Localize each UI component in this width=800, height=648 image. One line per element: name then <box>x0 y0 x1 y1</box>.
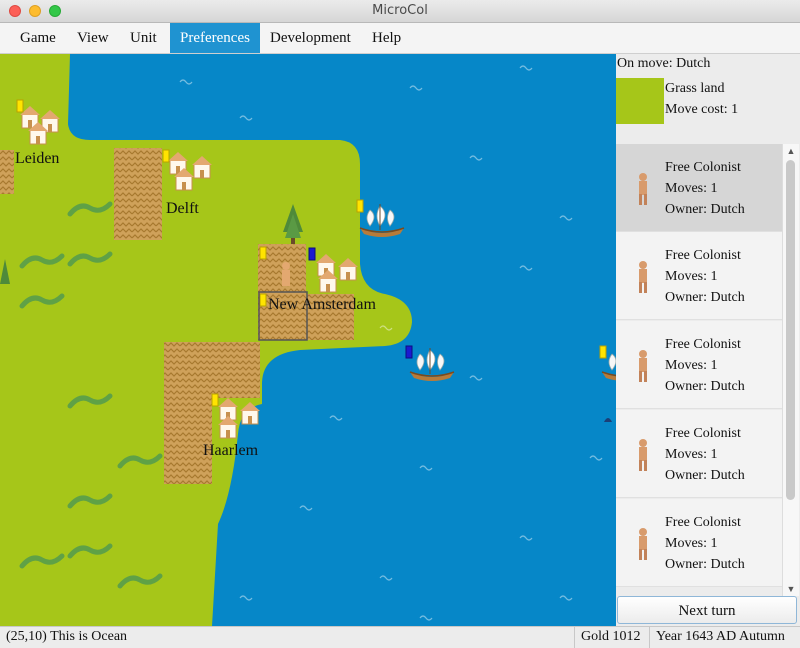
menu-game[interactable]: Game <box>10 23 66 53</box>
colonist-icon <box>639 261 647 293</box>
tile-move-cost: Move cost: 1 <box>665 102 739 117</box>
unit-name: Free Colonist <box>665 515 741 530</box>
sidebar: On move: Dutch Grass land Move cost: 1 F… <box>616 54 800 626</box>
status-message: (25,10) This is Ocean <box>6 629 128 644</box>
status-divider <box>574 627 575 648</box>
unit-list-item[interactable]: Free Colonist Moves: 1 Owner: Dutch <box>616 499 782 587</box>
tile-swatch <box>616 78 664 124</box>
unit-list-item[interactable]: Free Colonist Moves: 1 Owner: Dutch <box>616 410 782 498</box>
colonist-icon <box>639 350 647 382</box>
unit-name: Free Colonist <box>665 248 741 263</box>
unit-list-scrollbar[interactable]: ▲ ▼ <box>782 144 799 596</box>
ship-1 <box>356 199 405 238</box>
unit-list-item[interactable]: Free Colonist Moves: 1 Owner: Dutch <box>616 321 782 409</box>
menu-development[interactable]: Development <box>260 23 361 53</box>
status-divider <box>649 627 650 648</box>
city-label-new-amsterdam[interactable]: New Amsterdam <box>268 296 376 314</box>
title-bar: MicroCol <box>0 0 800 23</box>
unit-owner: Owner: Dutch <box>665 557 745 572</box>
map-canvas[interactable] <box>0 54 616 626</box>
unit-owner: Owner: Dutch <box>665 290 745 305</box>
colonist-icon <box>639 173 647 205</box>
city-label-haarlem[interactable]: Haarlem <box>203 442 258 460</box>
unit-owner: Owner: Dutch <box>665 202 745 217</box>
window-title: MicroCol <box>372 3 428 18</box>
unit-name: Free Colonist <box>665 337 741 352</box>
city-label-leiden[interactable]: Leiden <box>15 150 59 168</box>
menu-bar: Game View Unit Preferences Development H… <box>0 23 800 54</box>
unit-moves: Moves: 1 <box>665 181 718 196</box>
menu-help[interactable]: Help <box>362 23 411 53</box>
gold-amount: Gold 1012 <box>581 629 641 644</box>
unit-moves: Moves: 1 <box>665 358 718 373</box>
game-map[interactable]: Leiden Delft New Amsterdam Haarlem <box>0 54 616 626</box>
menu-unit[interactable]: Unit <box>120 23 167 53</box>
year-season: Year 1643 AD Autumn <box>656 629 785 644</box>
scroll-down-arrow-icon[interactable]: ▼ <box>783 582 799 596</box>
unit-list-item[interactable]: Free Colonist Moves: 1 Owner: Dutch <box>616 232 782 320</box>
tile-name: Grass land <box>665 81 725 96</box>
unit-owner: Owner: Dutch <box>665 468 745 483</box>
unit-owner: Owner: Dutch <box>665 379 745 394</box>
menu-view[interactable]: View <box>67 23 119 53</box>
unit-list-item[interactable]: Free Colonist Moves: 1 Owner: Dutch <box>616 144 782 232</box>
on-move-label: On move: Dutch <box>617 56 711 71</box>
unit-name: Free Colonist <box>665 426 741 441</box>
status-bar: (25,10) This is Ocean Gold 1012 Year 164… <box>0 626 800 648</box>
unit-moves: Moves: 1 <box>665 536 718 551</box>
scroll-up-arrow-icon[interactable]: ▲ <box>783 144 799 158</box>
ship-2 <box>405 345 455 382</box>
city-label-delft[interactable]: Delft <box>166 200 199 218</box>
colonist-on-map <box>282 262 290 286</box>
colonist-icon <box>639 528 647 560</box>
colonist-icon <box>639 439 647 471</box>
scroll-thumb[interactable] <box>786 160 795 500</box>
unit-list[interactable]: Free Colonist Moves: 1 Owner: Dutch Free… <box>616 144 782 596</box>
unit-name: Free Colonist <box>665 160 741 175</box>
unit-moves: Moves: 1 <box>665 447 718 462</box>
unit-moves: Moves: 1 <box>665 269 718 284</box>
next-turn-button[interactable]: Next turn <box>617 596 797 624</box>
menu-preferences[interactable]: Preferences <box>170 23 260 53</box>
ship-3 <box>599 345 616 382</box>
